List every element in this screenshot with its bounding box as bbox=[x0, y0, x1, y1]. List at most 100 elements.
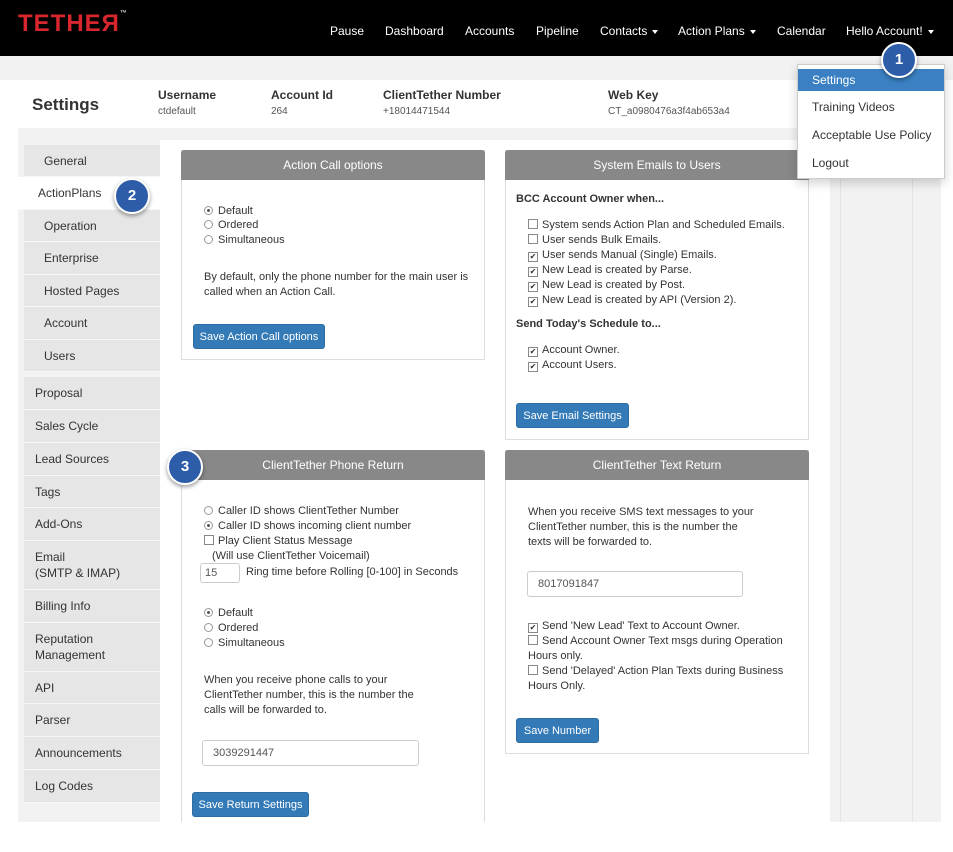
ring-time-input[interactable]: 15 bbox=[200, 563, 240, 583]
text-forward-input[interactable]: 8017091847 bbox=[527, 571, 743, 597]
sidebar-item-log-codes[interactable]: Log Codes bbox=[24, 770, 164, 803]
status-message-checkbox[interactable]: Play Client Status Message bbox=[204, 535, 353, 547]
chevron-down-icon bbox=[652, 29, 659, 34]
sidebar-item-tags[interactable]: Tags bbox=[24, 476, 164, 508]
callout-badge-3: 3 bbox=[167, 449, 203, 485]
radio-button[interactable] bbox=[204, 521, 213, 530]
schedule-checkbox[interactable]: ✔ Account Users. bbox=[528, 359, 617, 372]
radio-order-default[interactable]: Default bbox=[204, 607, 253, 619]
chevron-down-icon bbox=[749, 29, 756, 34]
menu-item-settings[interactable]: Settings bbox=[798, 69, 944, 91]
sidebar-item-announcements[interactable]: Announcements bbox=[24, 737, 164, 770]
radio-button[interactable] bbox=[204, 623, 213, 632]
sidebar-item-api[interactable]: API bbox=[24, 672, 164, 704]
sidebar-item-sales-cycle[interactable]: Sales Cycle bbox=[24, 410, 164, 443]
bcc-checkbox[interactable]: User sends Bulk Emails. bbox=[528, 234, 661, 246]
radio-button[interactable] bbox=[204, 608, 213, 617]
menu-item-logout[interactable]: Logout bbox=[812, 156, 849, 170]
bcc-checkbox[interactable]: ✔ New Lead is created by Post. bbox=[528, 279, 685, 292]
checkbox[interactable]: ✔ bbox=[528, 297, 538, 307]
checkbox[interactable] bbox=[204, 535, 214, 545]
sidebar-item-add-ons[interactable]: Add-Ons bbox=[24, 508, 164, 541]
text-return-panel bbox=[505, 450, 809, 754]
page-title: Settings bbox=[32, 95, 100, 114]
radio-button[interactable] bbox=[204, 638, 213, 647]
menu-item-training-videos[interactable]: Training Videos bbox=[812, 100, 895, 114]
schedule-checkbox[interactable]: ✔ Account Owner. bbox=[528, 344, 620, 357]
sidebar-item-users[interactable]: Users bbox=[24, 340, 164, 372]
sidebar-item-lead-sources[interactable]: Lead Sources bbox=[24, 443, 164, 476]
menu-item-acceptable-use[interactable]: Acceptable Use Policy bbox=[812, 128, 931, 142]
bcc-checkbox[interactable]: ✔ New Lead is created by Parse. bbox=[528, 264, 692, 277]
new-lead-text-checkbox[interactable]: ✔ Send 'New Lead' Text to Account Owner. bbox=[528, 620, 740, 633]
account-dropdown-menu: Settings Training Videos Acceptable Use … bbox=[797, 64, 945, 179]
checkbox[interactable]: ✔ bbox=[528, 267, 538, 277]
bcc-checkbox[interactable]: ✔ User sends Manual (Single) Emails. bbox=[528, 249, 717, 262]
operation-hours-checkbox[interactable]: Send Account Owner Text msgs during Oper… bbox=[528, 635, 783, 647]
callout-badge-1: 1 bbox=[881, 42, 917, 78]
radio-caller-client-number[interactable]: Caller ID shows incoming client number bbox=[204, 520, 411, 532]
radio-order-ordered[interactable]: Ordered bbox=[204, 622, 258, 634]
nav-calendar[interactable]: Calendar bbox=[777, 24, 826, 38]
nav-pause[interactable]: Pause bbox=[330, 24, 364, 38]
bcc-checkbox[interactable]: ✔ New Lead is created by API (Version 2). bbox=[528, 294, 736, 307]
sidebar-item-operation[interactable]: Operation bbox=[24, 210, 164, 242]
sidebar-item-reputation[interactable]: Reputation Management bbox=[24, 623, 164, 672]
username-info: Username ctdefault bbox=[158, 88, 217, 117]
checkbox[interactable] bbox=[528, 635, 538, 645]
radio-button[interactable] bbox=[204, 506, 213, 515]
nav-action-plans[interactable]: Action Plans bbox=[678, 24, 756, 38]
checkbox[interactable] bbox=[528, 234, 538, 244]
ct-number-info: ClientTether Number +18014471544 bbox=[383, 88, 501, 117]
text-forward-desc: ClientTether number, this is the number … bbox=[528, 521, 738, 533]
phone-forward-desc: When you receive phone calls to your bbox=[204, 674, 388, 686]
checkbox[interactable]: ✔ bbox=[528, 362, 538, 372]
phone-forward-desc: ClientTether number, this is the number … bbox=[204, 689, 414, 701]
radio-default[interactable]: Default bbox=[204, 205, 253, 217]
sidebar-item-enterprise[interactable]: Enterprise bbox=[24, 242, 164, 275]
sidebar-item-billing-info[interactable]: Billing Info bbox=[24, 590, 164, 623]
checkbox[interactable]: ✔ bbox=[528, 282, 538, 292]
web-key-info: Web Key CT_a0980476a3f4ab653a4 bbox=[608, 88, 730, 117]
sidebar-item-proposal[interactable]: Proposal bbox=[24, 377, 164, 410]
save-return-settings-button[interactable]: Save Return Settings bbox=[192, 792, 309, 817]
sidebar-item-general[interactable]: General bbox=[24, 145, 164, 177]
checkbox[interactable] bbox=[528, 219, 538, 229]
radio-button[interactable] bbox=[204, 206, 213, 215]
nav-account-menu[interactable]: Hello Account! bbox=[846, 24, 934, 38]
phone-forward-desc: calls will be forwarded to. bbox=[204, 704, 327, 716]
text-forward-desc: When you receive SMS text messages to yo… bbox=[528, 506, 754, 518]
bcc-checkbox[interactable]: System sends Action Plan and Scheduled E… bbox=[528, 219, 785, 231]
nav-contacts[interactable]: Contacts bbox=[600, 24, 659, 38]
callout-badge-2: 2 bbox=[114, 178, 150, 214]
divider bbox=[912, 128, 913, 822]
ring-time-label: Ring time before Rolling [0-100] in Seco… bbox=[246, 566, 459, 578]
save-action-call-button[interactable]: Save Action Call options bbox=[193, 324, 325, 349]
radio-ordered[interactable]: Ordered bbox=[204, 219, 258, 231]
radio-button[interactable] bbox=[204, 220, 213, 229]
phone-forward-input[interactable]: 3039291447 bbox=[202, 740, 419, 766]
sidebar-item-hosted-pages[interactable]: Hosted Pages bbox=[24, 275, 164, 307]
sidebar-item-parser[interactable]: Parser bbox=[24, 704, 164, 737]
save-number-button[interactable]: Save Number bbox=[516, 718, 599, 743]
save-email-settings-button[interactable]: Save Email Settings bbox=[516, 403, 629, 428]
text-return-header: ClientTether Text Return bbox=[505, 450, 809, 480]
sidebar-item-account[interactable]: Account bbox=[24, 307, 164, 340]
operation-hours-label: Hours only. bbox=[528, 650, 583, 662]
radio-simultaneous[interactable]: Simultaneous bbox=[204, 234, 285, 246]
system-emails-header: System Emails to Users bbox=[505, 150, 809, 180]
radio-button[interactable] bbox=[204, 235, 213, 244]
radio-order-simultaneous[interactable]: Simultaneous bbox=[204, 637, 285, 649]
sidebar-item-email[interactable]: Email (SMTP & IMAP) bbox=[24, 541, 164, 590]
checkbox[interactable] bbox=[528, 665, 538, 675]
delayed-texts-checkbox[interactable]: Send 'Delayed' Action Plan Texts during … bbox=[528, 665, 783, 677]
nav-accounts[interactable]: Accounts bbox=[465, 24, 514, 38]
checkbox[interactable]: ✔ bbox=[528, 623, 538, 633]
tether-logo[interactable]: TETHEЯ™ bbox=[18, 10, 127, 38]
radio-caller-ct-number[interactable]: Caller ID shows ClientTether Number bbox=[204, 505, 399, 517]
top-navbar: TETHEЯ™ Pause Dashboard Accounts Pipelin… bbox=[0, 0, 953, 56]
checkbox[interactable]: ✔ bbox=[528, 347, 538, 357]
checkbox[interactable]: ✔ bbox=[528, 252, 538, 262]
nav-pipeline[interactable]: Pipeline bbox=[536, 24, 579, 38]
nav-dashboard[interactable]: Dashboard bbox=[385, 24, 444, 38]
